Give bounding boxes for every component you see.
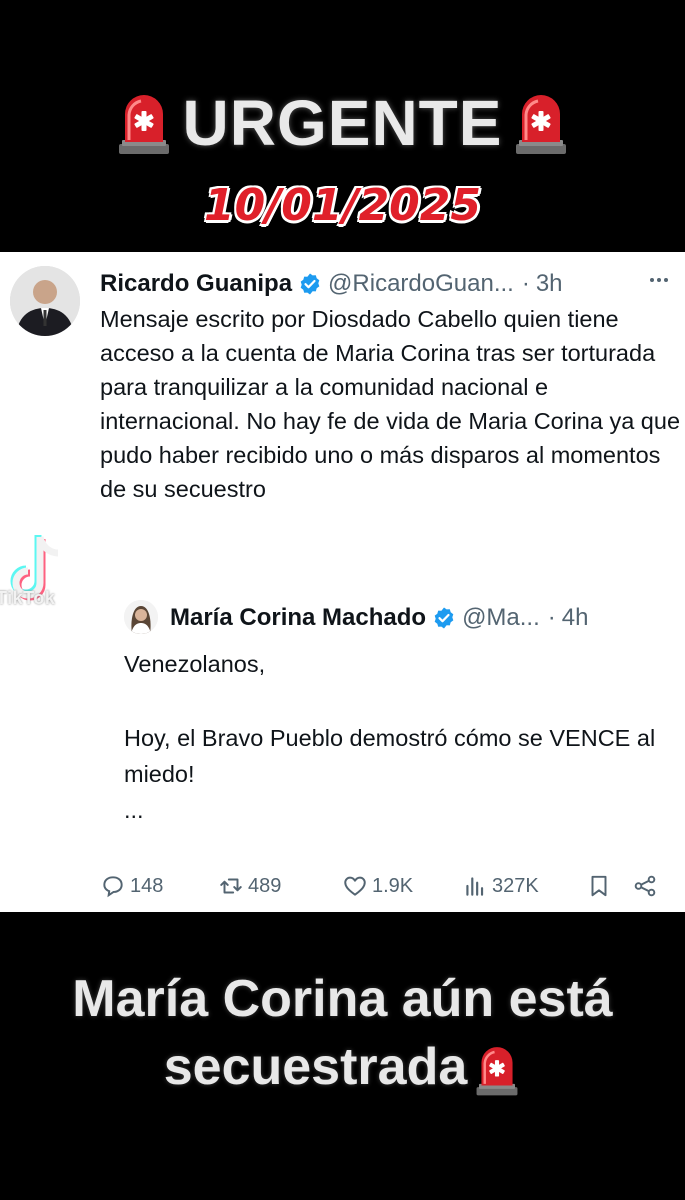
- caption-line-1: María Corina aún está: [72, 970, 613, 1028]
- author-handle[interactable]: @RicardoGuan...: [328, 270, 514, 298]
- avatar[interactable]: [10, 266, 80, 336]
- share-button[interactable]: [632, 873, 658, 899]
- repost-count: 489: [248, 874, 282, 897]
- quoted-line-1: Venezolanos,: [124, 651, 266, 677]
- header-title: URGENTE: [0, 78, 685, 168]
- tweet-card[interactable]: Ricardo Guanipa @RicardoGuan... · 3h Men…: [0, 252, 685, 912]
- caption: María Corina aún está secuestrada: [0, 965, 685, 1101]
- bookmark-button[interactable]: [586, 873, 632, 899]
- person-avatar-icon: [10, 266, 80, 336]
- tweet-text: Mensaje escrito por Diosdado Cabello qui…: [100, 306, 681, 502]
- quoted-author-handle[interactable]: @Ma...: [462, 604, 540, 632]
- caption-line-2-wrap: secuestrada: [0, 1033, 685, 1101]
- quoted-text: Venezolanos, Hoy, el Bravo Pueblo demost…: [124, 646, 664, 828]
- reply-button[interactable]: 148: [100, 873, 218, 899]
- siren-icon: [512, 90, 570, 156]
- views-button[interactable]: 327K: [462, 873, 586, 899]
- date-label: 10/01/2025: [203, 180, 482, 231]
- reply-icon: [103, 876, 123, 898]
- quoted-line-2: Hoy, el Bravo Pueblo demostró cómo se VE…: [124, 725, 656, 787]
- quoted-time[interactable]: 4h: [562, 604, 589, 632]
- title-text: URGENTE: [182, 87, 503, 159]
- separator-dot: ·: [547, 604, 556, 631]
- heart-icon: [344, 876, 366, 896]
- tiktok-watermark: TikTok: [0, 588, 56, 608]
- more-options-icon[interactable]: [647, 268, 671, 292]
- quoted-ellipsis: ...: [124, 797, 144, 823]
- author-name[interactable]: Ricardo Guanipa: [100, 270, 292, 298]
- separator-dot: ·: [521, 270, 530, 297]
- quoted-tweet[interactable]: María Corina Machado @Ma... · 4h Venezol…: [120, 596, 680, 846]
- view-count: 327K: [492, 874, 539, 897]
- repost-icon: [220, 878, 242, 894]
- siren-icon: [473, 1043, 521, 1097]
- person-avatar-icon: [124, 600, 158, 634]
- verified-badge-icon: [434, 607, 454, 629]
- repost-button[interactable]: 489: [218, 873, 342, 899]
- caption-line-2: secuestrada: [163, 1038, 468, 1096]
- siren-icon: [115, 90, 173, 156]
- verified-badge-icon: [300, 273, 320, 295]
- reply-count: 148: [130, 874, 164, 897]
- views-chart-icon: [466, 877, 484, 896]
- quoted-header: María Corina Machado @Ma... · 4h: [170, 598, 588, 638]
- share-icon: [634, 875, 656, 897]
- tweet-actions: 148 489 1.9K 327K: [100, 868, 675, 904]
- tweet-time[interactable]: 3h: [536, 270, 563, 298]
- quoted-avatar[interactable]: [124, 600, 158, 634]
- like-count: 1.9K: [372, 874, 414, 897]
- bookmark-icon: [591, 875, 607, 897]
- like-button[interactable]: 1.9K: [342, 873, 462, 899]
- quoted-author-name[interactable]: María Corina Machado: [170, 604, 426, 632]
- tweet-header: Ricardo Guanipa @RicardoGuan... · 3h: [100, 266, 563, 302]
